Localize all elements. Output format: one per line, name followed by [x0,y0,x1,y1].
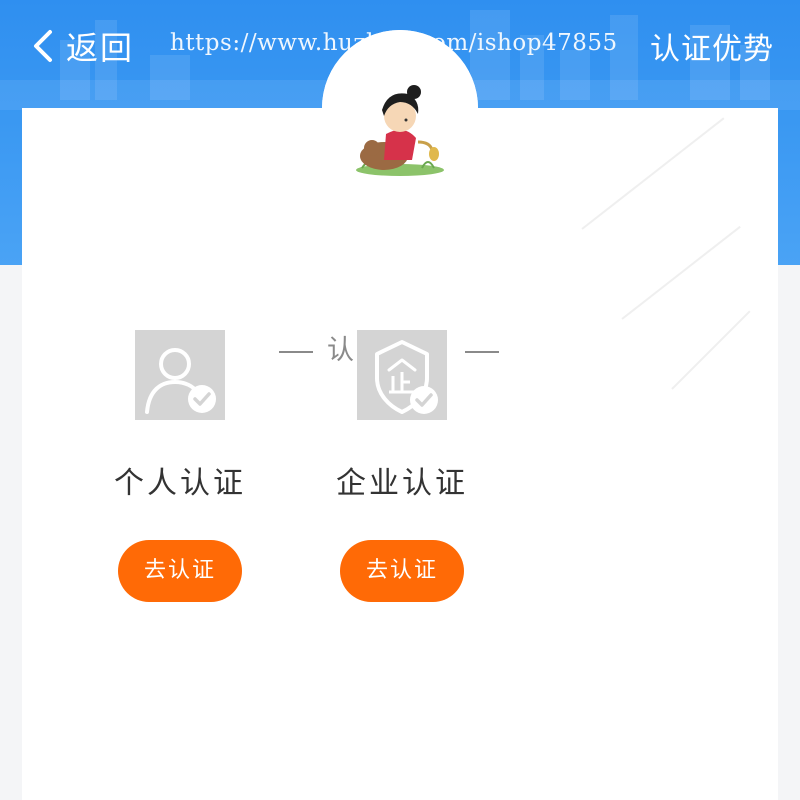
person-verified-icon [135,330,225,420]
title-dash-left [279,350,313,353]
enterprise-shield-verified-icon [357,330,447,420]
back-button[interactable]: 返回 [30,22,134,70]
page-title: 认证优势 [650,32,774,67]
personal-certify-button[interactable]: 去认证 [118,540,242,602]
chevron-left-icon [30,28,56,64]
watermark-url: https://www.huzhan.com/ishop47855 [170,30,618,56]
decorative-streak [581,117,725,230]
cert-label-personal: 个人认证 [114,466,246,501]
certification-card: 认证中心 个人认证 去认证 [22,108,778,800]
decorative-streak [621,225,741,320]
title-dash-right [465,350,499,353]
back-label: 返回 [66,29,135,67]
cert-label-enterprise: 企业认证 [336,466,468,501]
enterprise-certify-button[interactable]: 去认证 [340,540,464,602]
